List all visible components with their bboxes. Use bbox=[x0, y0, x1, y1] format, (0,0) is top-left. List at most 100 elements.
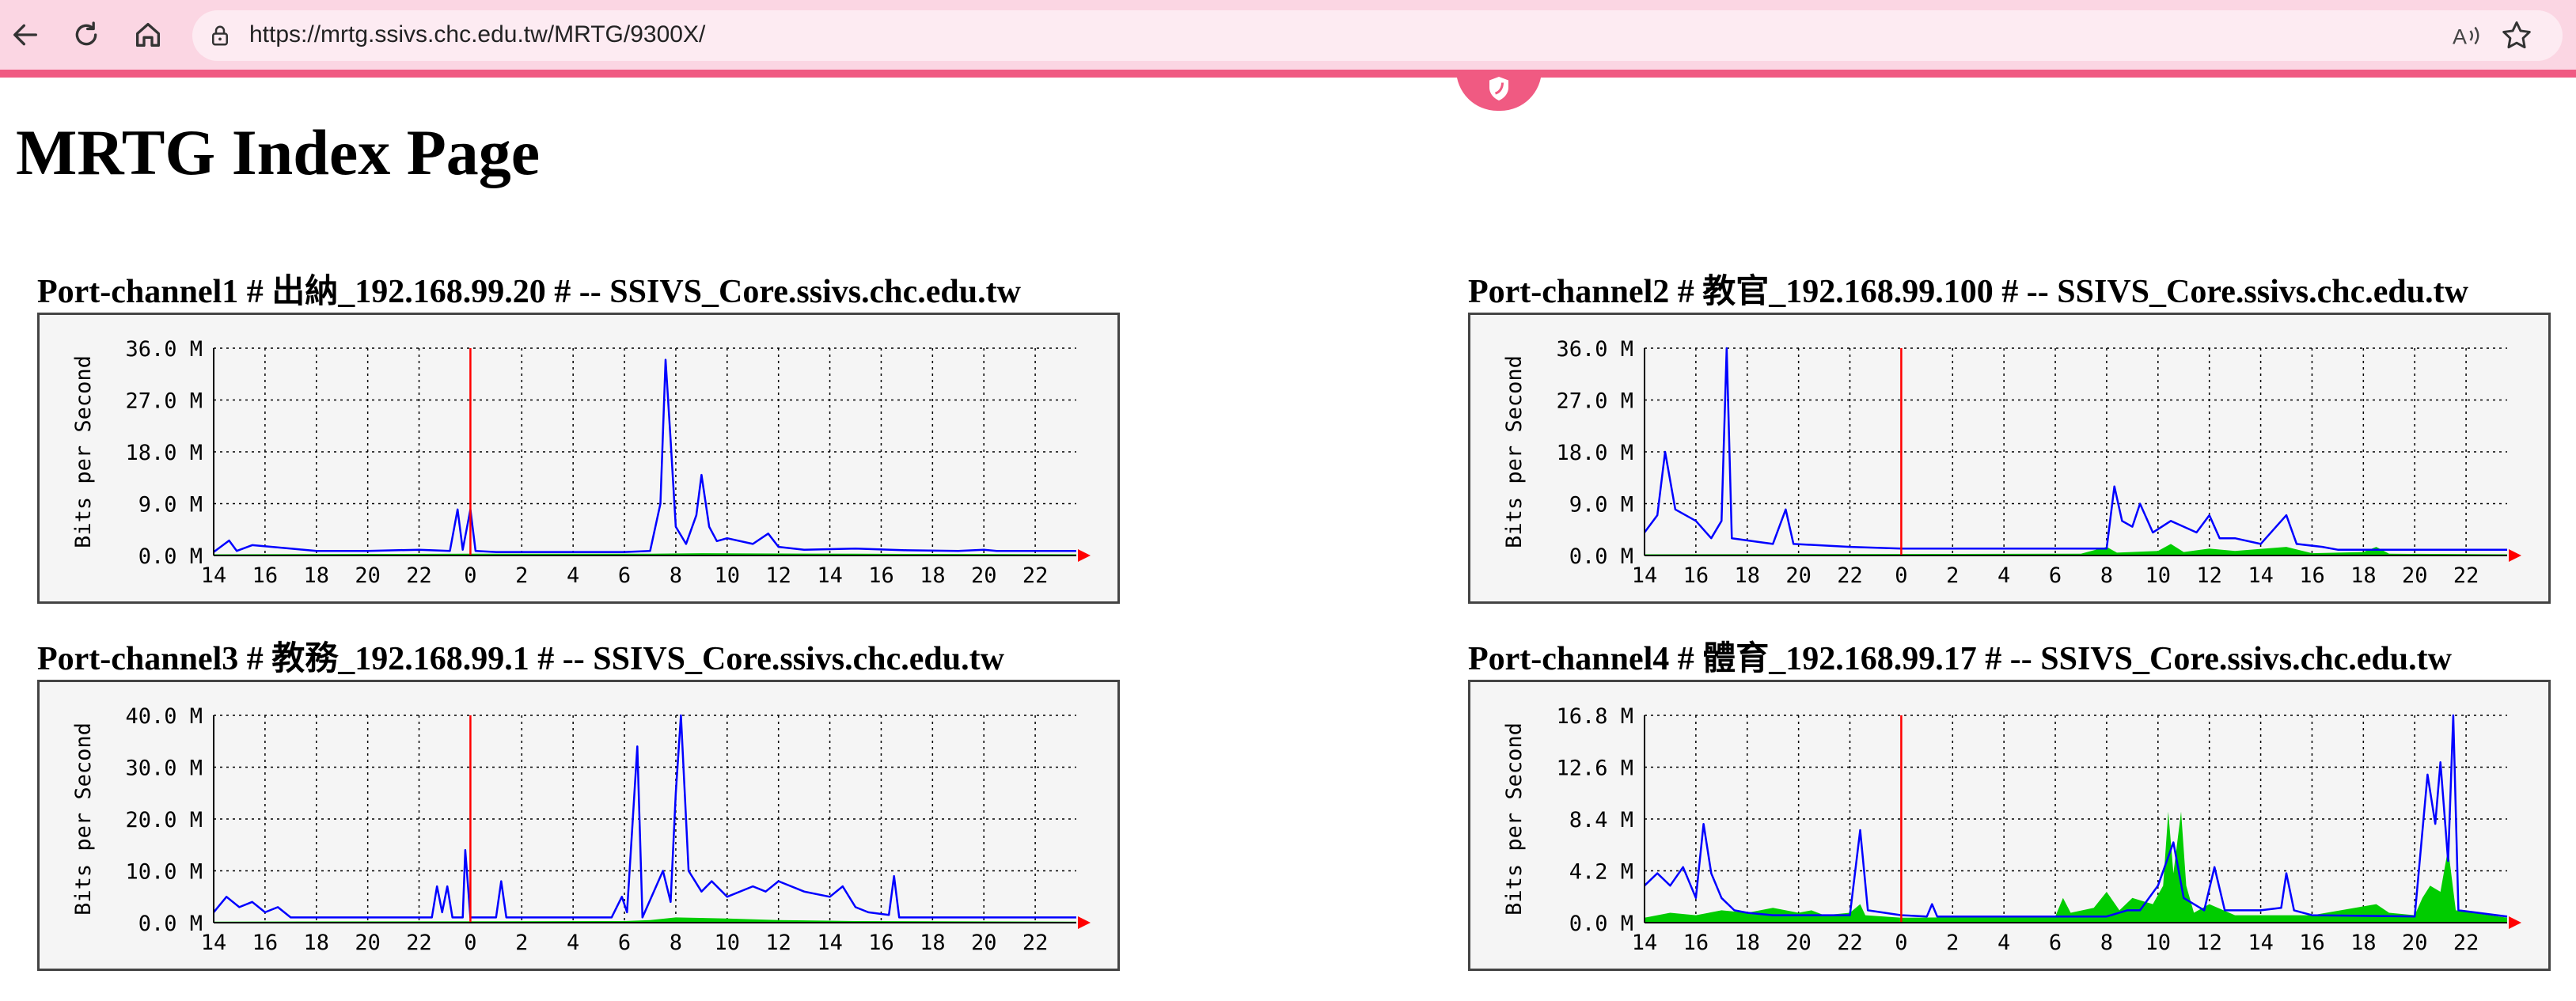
browser-toolbar: https://mrtg.ssivs.chc.edu.tw/MRTG/9300X… bbox=[0, 0, 2576, 70]
address-bar[interactable]: https://mrtg.ssivs.chc.edu.tw/MRTG/9300X… bbox=[192, 10, 2563, 61]
y-tick-label: 9.0 M bbox=[1569, 493, 1633, 518]
x-tick-label: 14 bbox=[817, 563, 843, 588]
y-axis-label: Bits per Second bbox=[71, 355, 96, 548]
home-button[interactable] bbox=[129, 16, 167, 54]
traffic-graph[interactable]: 0.0 M 10.0 M 20.0 M 30.0 M 40.0 M 14 16 18 20 22 0… bbox=[37, 680, 1120, 971]
toolbar-accent-line bbox=[0, 70, 2576, 78]
back-arrow-icon bbox=[13, 24, 37, 46]
y-tick-label: 20.0 M bbox=[125, 808, 203, 832]
x-tick-label: 20 bbox=[355, 931, 381, 955]
graph-panel-1: Port-channel1 # 出納_192.168.99.20 # -- SS… bbox=[37, 271, 1129, 620]
x-tick-label: 2 bbox=[515, 931, 528, 955]
graph-title[interactable]: Port-channel4 # 體育_192.168.99.17 # -- SS… bbox=[1468, 639, 2452, 680]
x-axis-arrow bbox=[2509, 916, 2521, 929]
browser-essentials-button[interactable] bbox=[1456, 70, 1542, 111]
x-tick-label: 16 bbox=[1683, 931, 1709, 955]
traffic-graph[interactable]: 0.0 M 4.2 M 8.4 M 12.6 M 16.8 M 14 16 18 20 22 0 2 4… bbox=[1468, 680, 2551, 971]
x-tick-label: 22 bbox=[2453, 931, 2479, 955]
x-tick-label: 16 bbox=[868, 563, 894, 588]
favorite-star-icon[interactable] bbox=[2499, 18, 2534, 53]
y-tick-label: 0.0 M bbox=[1569, 912, 1633, 936]
x-tick-label: 22 bbox=[1022, 563, 1049, 588]
page-title: MRTG Index Page bbox=[16, 116, 541, 188]
x-tick-label: 8 bbox=[2100, 563, 2113, 588]
x-tick-label: 8 bbox=[2100, 931, 2113, 955]
y-axis-label: Bits per Second bbox=[71, 722, 96, 916]
refresh-button[interactable] bbox=[67, 16, 105, 54]
y-tick-label: 36.0 M bbox=[125, 337, 203, 362]
x-tick-label: 10 bbox=[2145, 563, 2172, 588]
x-tick-label: 18 bbox=[2350, 563, 2377, 588]
y-tick-label: 18.0 M bbox=[1556, 441, 1633, 465]
x-tick-label: 2 bbox=[515, 563, 528, 588]
x-tick-label: 4 bbox=[1997, 931, 2010, 955]
x-tick-label: 20 bbox=[2402, 563, 2428, 588]
x-tick-label: 18 bbox=[1735, 563, 1761, 588]
y-axis-label: Bits per Second bbox=[1502, 355, 1527, 548]
graph-title[interactable]: Port-channel1 # 出納_192.168.99.20 # -- SS… bbox=[37, 271, 1021, 313]
x-tick-label: 22 bbox=[1022, 931, 1049, 955]
x-tick-label: 22 bbox=[1837, 563, 1863, 588]
y-tick-label: 10.0 M bbox=[125, 860, 203, 885]
x-tick-label: 8 bbox=[670, 931, 682, 955]
x-tick-label: 18 bbox=[1735, 931, 1761, 955]
x-tick-label: 16 bbox=[2299, 931, 2325, 955]
y-tick-label: 12.6 M bbox=[1556, 756, 1633, 781]
x-axis-arrow bbox=[1078, 916, 1091, 929]
y-tick-label: 16.8 M bbox=[1556, 704, 1633, 729]
x-tick-label: 10 bbox=[715, 563, 741, 588]
x-tick-label: 22 bbox=[1837, 931, 1863, 955]
y-tick-label: 0.0 M bbox=[138, 912, 203, 936]
y-tick-label: 4.2 M bbox=[1569, 860, 1633, 885]
back-button[interactable] bbox=[6, 16, 44, 54]
x-tick-label: 16 bbox=[2299, 563, 2325, 588]
x-tick-label: 14 bbox=[201, 563, 227, 588]
x-tick-label: 12 bbox=[2196, 563, 2222, 588]
y-tick-label: 30.0 M bbox=[125, 756, 203, 781]
url-text[interactable]: https://mrtg.ssivs.chc.edu.tw/MRTG/9300X… bbox=[249, 21, 705, 48]
x-tick-label: 20 bbox=[1785, 563, 1812, 588]
x-tick-label: 18 bbox=[2350, 931, 2377, 955]
graph-title[interactable]: Port-channel3 # 教務_192.168.99.1 # -- SSI… bbox=[37, 639, 1004, 680]
y-tick-label: 9.0 M bbox=[138, 493, 203, 518]
refresh-icon bbox=[75, 21, 97, 46]
read-aloud-icon[interactable]: A bbox=[2450, 20, 2483, 51]
y-tick-label: 18.0 M bbox=[125, 441, 203, 465]
svg-text:A: A bbox=[2453, 25, 2467, 49]
x-tick-label: 14 bbox=[817, 931, 843, 955]
x-tick-label: 12 bbox=[765, 931, 791, 955]
x-tick-label: 20 bbox=[971, 931, 997, 955]
x-tick-label: 22 bbox=[2453, 563, 2479, 588]
x-tick-label: 16 bbox=[252, 931, 279, 955]
x-tick-label: 4 bbox=[1997, 563, 2010, 588]
x-tick-label: 18 bbox=[920, 931, 946, 955]
traffic-graph[interactable]: 0.0 M 9.0 M 18.0 M 27.0 M 36.0 M 14 16 18 20 22 0 2… bbox=[1468, 313, 2551, 604]
lock-icon[interactable] bbox=[208, 23, 232, 48]
traffic-graph-svg: 0.0 M9.0 M18.0 M27.0 M36.0 M14 16 18 20 22 0 2… bbox=[1502, 337, 2521, 588]
x-tick-label: 2 bbox=[1946, 563, 1959, 588]
x-tick-label: 0 bbox=[1895, 563, 1907, 588]
x-tick-label: 22 bbox=[406, 563, 432, 588]
x-tick-label: 16 bbox=[1683, 563, 1709, 588]
x-tick-label: 12 bbox=[2196, 931, 2222, 955]
x-tick-label: 4 bbox=[567, 931, 579, 955]
x-tick-label: 20 bbox=[355, 563, 381, 588]
x-tick-label: 6 bbox=[618, 563, 631, 588]
x-tick-label: 6 bbox=[618, 931, 631, 955]
graph-title[interactable]: Port-channel2 # 教官_192.168.99.100 # -- S… bbox=[1468, 271, 2468, 313]
x-tick-label: 22 bbox=[406, 931, 432, 955]
traffic-graph-svg: 0.0 M 4.2 M 8.4 M 12.6 M 16.8 M 14 16 18 20 22 0 2 4… bbox=[1502, 704, 2521, 955]
x-tick-label: 18 bbox=[920, 563, 946, 588]
traffic-graph[interactable]: 0.0 M 9.0 M 18.0 M 27.0 M 36.0 M 14 16 18 20 22 0 2… bbox=[37, 313, 1120, 604]
y-tick-label: 0.0 M bbox=[1569, 544, 1633, 569]
x-axis-arrow bbox=[2509, 549, 2521, 562]
y-axis-label: Bits per Second bbox=[1502, 722, 1527, 916]
x-tick-label: 20 bbox=[2402, 931, 2428, 955]
x-tick-label: 14 bbox=[201, 931, 227, 955]
x-tick-label: 6 bbox=[2049, 563, 2062, 588]
y-tick-label: 27.0 M bbox=[1556, 389, 1633, 414]
x-tick-label: 4 bbox=[567, 563, 579, 588]
x-tick-label: 14 bbox=[2248, 563, 2274, 588]
x-tick-label: 8 bbox=[670, 563, 682, 588]
x-tick-label: 14 bbox=[1632, 931, 1658, 955]
